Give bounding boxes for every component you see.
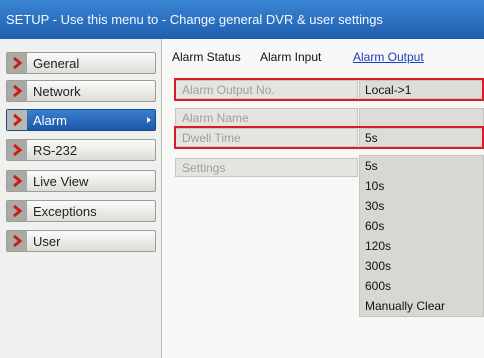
sidebar-item-user[interactable]: User — [6, 230, 156, 252]
chevron-right-icon — [7, 140, 27, 160]
sidebar-item-label: Live View — [33, 173, 89, 189]
sidebar: General Network Alarm RS-232 Live View E… — [0, 39, 162, 358]
chevron-right-icon — [7, 201, 27, 221]
tab-alarm-input[interactable]: Alarm Input — [260, 50, 321, 64]
settings-label: Settings — [175, 158, 358, 177]
tab-alarm-status[interactable]: Alarm Status — [172, 50, 241, 64]
sidebar-item-label: General — [33, 55, 80, 71]
chevron-right-icon — [7, 53, 27, 73]
sidebar-item-general[interactable]: General — [6, 52, 156, 74]
settings-row: Settings — [175, 158, 358, 177]
sidebar-item-alarm[interactable]: Alarm — [6, 109, 156, 131]
sidebar-item-label: Exceptions — [33, 203, 97, 219]
alarm-output-no-row: Alarm Output No. Local->1 — [175, 80, 484, 99]
dwell-time-row: Dwell Time 5s — [175, 128, 484, 147]
sidebar-item-exceptions[interactable]: Exceptions — [6, 200, 156, 222]
alarm-name-row: Alarm Name — [175, 108, 484, 127]
alarm-output-no-select[interactable]: Local->1 — [359, 80, 484, 99]
dropdown-option[interactable]: 5s — [360, 157, 484, 176]
dwell-time-select[interactable]: 5s — [359, 128, 484, 147]
sidebar-item-network[interactable]: Network — [6, 80, 156, 102]
dropdown-option[interactable]: 300s — [360, 257, 484, 276]
dwell-time-dropdown: 5s 10s 30s 60s 120s 300s 600s Manually C… — [359, 155, 484, 317]
tab-alarm-output[interactable]: Alarm Output — [353, 50, 424, 64]
sidebar-item-label: Network — [33, 83, 81, 99]
dropdown-option[interactable]: 10s — [360, 177, 484, 196]
sidebar-item-rs232[interactable]: RS-232 — [6, 139, 156, 161]
dropdown-option[interactable]: 120s — [360, 237, 484, 256]
alarm-name-field[interactable] — [359, 108, 484, 127]
alarm-name-label: Alarm Name — [175, 108, 358, 127]
sidebar-item-live-view[interactable]: Live View — [6, 170, 156, 192]
chevron-right-icon — [7, 81, 27, 101]
chevron-right-icon — [7, 110, 27, 130]
dropdown-option[interactable]: 60s — [360, 217, 484, 236]
dropdown-option[interactable]: Manually Clear — [360, 297, 484, 316]
window-title-bar: SETUP - Use this menu to - Change genera… — [0, 0, 484, 39]
sidebar-item-label: RS-232 — [33, 142, 78, 158]
chevron-right-icon — [7, 171, 27, 191]
window-title: SETUP - Use this menu to - Change genera… — [6, 12, 383, 27]
dropdown-option[interactable]: 30s — [360, 197, 484, 216]
sidebar-item-label: Alarm — [33, 112, 67, 128]
alarm-output-no-label: Alarm Output No. — [175, 80, 358, 99]
dropdown-option[interactable]: 600s — [360, 277, 484, 296]
dwell-time-label: Dwell Time — [175, 128, 358, 147]
arrow-right-icon — [147, 117, 151, 123]
chevron-right-icon — [7, 231, 27, 251]
sidebar-item-label: User — [33, 233, 61, 249]
